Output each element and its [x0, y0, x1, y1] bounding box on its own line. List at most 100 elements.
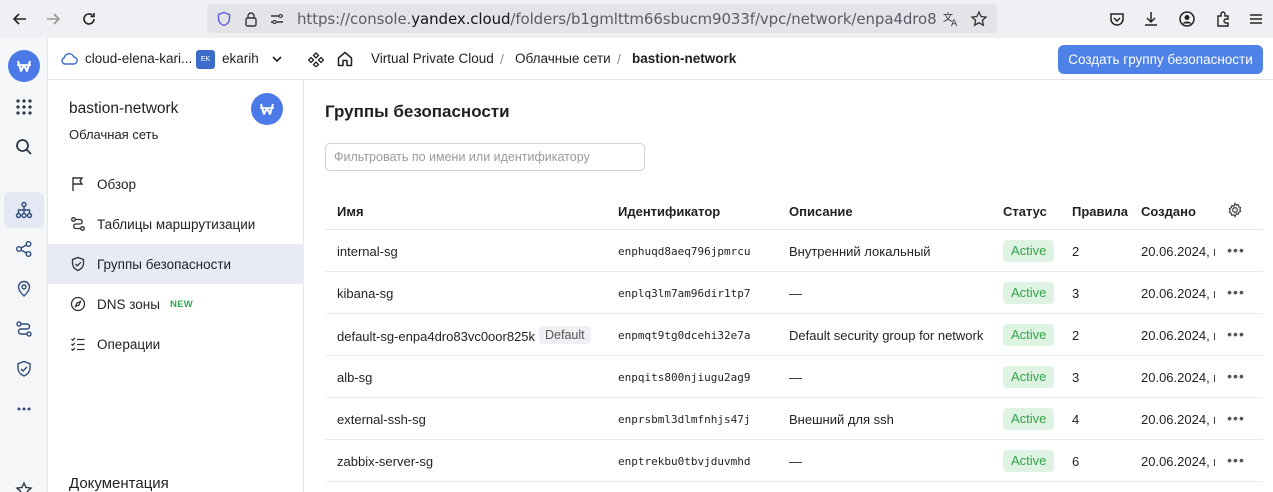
row-name[interactable]: alb-sg	[337, 370, 372, 385]
favorites-star-icon[interactable]	[4, 472, 44, 492]
table-row[interactable]: default-sg-enpa4dro83vc0oor825k Default e…	[325, 314, 1263, 356]
row-description: —	[789, 370, 802, 385]
table-row[interactable]: zabbix-server-sg enptrekbu0tbvjduvmhd — …	[325, 440, 1263, 482]
network-icon[interactable]	[4, 192, 44, 228]
row-description: —	[789, 454, 802, 469]
nodes-icon[interactable]	[307, 51, 325, 70]
table-settings-gear-icon[interactable]	[1227, 202, 1243, 221]
row-actions-more-icon[interactable]: •••	[1224, 365, 1248, 387]
reload-icon[interactable]	[77, 7, 101, 31]
row-created: 20.06.2024, в	[1141, 328, 1215, 343]
row-name[interactable]: default-sg-enpa4dro83vc0oor825k	[337, 329, 535, 344]
bookmark-star-icon[interactable]	[969, 9, 989, 29]
filter-input[interactable]	[325, 143, 645, 171]
row-created: 20.06.2024, в	[1141, 286, 1215, 301]
vpc-logo-icon	[251, 93, 283, 125]
column-header-name[interactable]: Имя	[337, 204, 364, 219]
folder-selector[interactable]: ekarih	[222, 51, 259, 66]
translate-icon[interactable]: 文A	[941, 9, 961, 29]
extensions-icon[interactable]	[1211, 7, 1235, 31]
column-header-created[interactable]: Создано	[1141, 204, 1196, 219]
row-description: Внешний для ssh	[789, 412, 894, 427]
forward-icon[interactable]	[41, 7, 65, 31]
breadcrumb-vpc[interactable]: Virtual Private Cloud	[371, 51, 494, 66]
sidebar-item-label: Таблицы маршрутизации	[97, 216, 256, 232]
cloud-selector[interactable]: cloud-elena-kari...	[85, 51, 192, 66]
column-header-description[interactable]: Описание	[789, 204, 853, 219]
browser-toolbar: https://console.yandex.cloud/folders/b1g…	[0, 0, 1273, 38]
row-created: 20.06.2024, в	[1141, 454, 1215, 469]
location-pin-icon[interactable]	[4, 271, 44, 307]
menu-hamburger-icon[interactable]	[1244, 7, 1268, 31]
row-actions-more-icon[interactable]: •••	[1224, 239, 1248, 261]
breadcrumb-current: bastion-network	[632, 51, 737, 66]
table-row[interactable]: external-ssh-sg enprsbml3dlmfnhjs47j Вне…	[325, 398, 1263, 440]
row-created: 20.06.2024, в	[1141, 370, 1215, 385]
pocket-icon[interactable]	[1105, 7, 1129, 31]
table-row[interactable]: kibana-sg enplq3lm7am96dir1tp7 — Active …	[325, 272, 1263, 314]
shield-icon	[69, 255, 87, 273]
search-icon[interactable]	[4, 129, 44, 165]
column-header-id[interactable]: Идентификатор	[618, 204, 720, 219]
shield-tracking-icon[interactable]	[214, 9, 234, 29]
column-header-rules[interactable]: Правила	[1072, 204, 1128, 219]
row-actions-more-icon[interactable]: •••	[1224, 281, 1248, 303]
sidebar-item-overview[interactable]: Обзор	[48, 164, 304, 204]
breadcrumb-networks[interactable]: Облачные сети	[515, 51, 611, 66]
row-id: enpmqt9tg0dcehi32e7a	[618, 329, 751, 342]
share-nodes-icon[interactable]	[4, 231, 44, 267]
row-created: 20.06.2024, в	[1141, 244, 1215, 259]
row-actions-more-icon[interactable]: •••	[1224, 323, 1248, 345]
table-row[interactable]: alb-sg enpqits800njiugu2ag9 — Active 3 2…	[325, 356, 1263, 398]
route-icon[interactable]	[4, 311, 44, 347]
status-badge: Active	[1003, 408, 1055, 430]
sidebar-item-route-tables[interactable]: Таблицы маршрутизации	[48, 204, 304, 244]
downloads-icon[interactable]	[1139, 7, 1163, 31]
status-badge: Active	[1003, 366, 1055, 388]
url-bar[interactable]: https://console.yandex.cloud/folders/b1g…	[207, 4, 997, 33]
status-badge: Active	[1003, 240, 1055, 262]
sidebar-item-operations[interactable]: Операции	[48, 324, 304, 364]
more-horizontal-icon[interactable]	[4, 391, 44, 427]
status-badge: Active	[1003, 282, 1055, 304]
row-name[interactable]: internal-sg	[337, 244, 398, 259]
page-settings-icon[interactable]	[267, 9, 287, 29]
app-header: cloud-elena-kari... EK ekarih Virtual Pr…	[48, 38, 1273, 80]
create-security-group-button[interactable]: Создать группу безопасности	[1058, 45, 1263, 74]
row-rules: 2	[1072, 244, 1080, 259]
lock-icon[interactable]	[241, 9, 261, 29]
list-check-icon	[69, 335, 87, 353]
sidebar-item-security-groups[interactable]: Группы безопасности	[48, 244, 304, 284]
table-row[interactable]: internal-sg enphuqd8aeq796jpmrcu Внутрен…	[325, 230, 1263, 272]
default-badge: Default	[539, 326, 591, 344]
column-header-status[interactable]: Статус	[1003, 204, 1047, 219]
home-icon[interactable]	[336, 50, 354, 71]
row-actions-more-icon[interactable]: •••	[1224, 449, 1248, 471]
row-name[interactable]: zabbix-server-sg	[337, 454, 433, 469]
row-id: enphuqd8aeq796jpmrcu	[618, 245, 751, 258]
row-description: Внутренний локальный	[789, 244, 931, 259]
services-grid-icon[interactable]	[4, 89, 44, 125]
yandex-cloud-logo-icon[interactable]	[4, 48, 44, 84]
sidebar-item-label: DNS зоны	[97, 296, 160, 312]
cloud-icon	[60, 51, 78, 70]
row-rules: 3	[1072, 286, 1080, 301]
row-id: enpqits800njiugu2ag9	[618, 371, 751, 384]
sidebar-item-label: Операции	[97, 336, 161, 352]
sidebar-item-dns-zones[interactable]: DNS зоны NEW	[48, 284, 304, 324]
account-icon[interactable]	[1175, 7, 1199, 31]
back-icon[interactable]	[8, 7, 32, 31]
row-id: enplq3lm7am96dir1tp7	[618, 287, 751, 300]
row-id: enptrekbu0tbvjduvmhd	[618, 455, 751, 468]
status-badge: Active	[1003, 450, 1055, 472]
chevron-down-icon[interactable]	[270, 52, 284, 69]
row-name[interactable]: kibana-sg	[337, 286, 393, 301]
network-side-panel: bastion-network Облачная сеть Обзор Табл…	[48, 80, 304, 492]
svg-text:A: A	[951, 19, 958, 28]
row-name[interactable]: external-ssh-sg	[337, 412, 426, 427]
left-rail	[0, 38, 48, 492]
documentation-link[interactable]: Документация	[69, 475, 169, 492]
shield-check-icon[interactable]	[4, 351, 44, 387]
table-header: Имя Идентификатор Описание Статус Правил…	[325, 190, 1263, 230]
row-actions-more-icon[interactable]: •••	[1224, 407, 1248, 429]
